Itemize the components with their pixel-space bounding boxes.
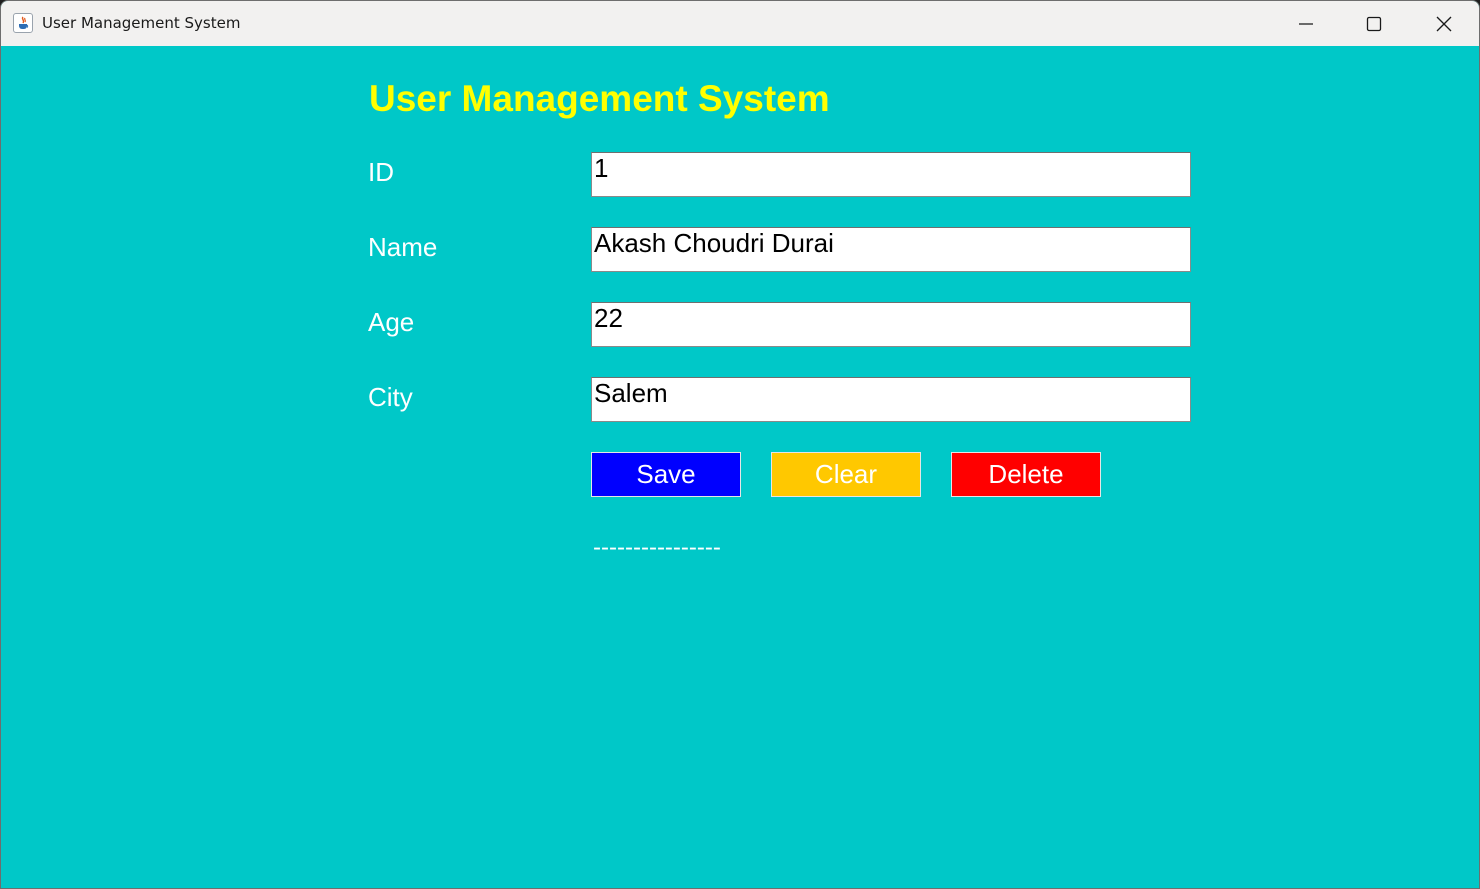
save-button[interactable]: Save: [591, 452, 741, 497]
name-label: Name: [368, 232, 438, 262]
app-window: User Management System User Management S…: [0, 0, 1480, 889]
age-label: Age: [368, 307, 415, 337]
java-cup-icon: [13, 13, 33, 33]
name-field[interactable]: [591, 227, 1191, 272]
page-title: User Management System: [369, 78, 830, 119]
close-icon: [1436, 16, 1452, 32]
id-field[interactable]: [591, 152, 1191, 197]
minimize-icon: [1299, 23, 1313, 25]
form-panel: User Management System ID Name Age City …: [1, 46, 1479, 888]
status-message: ----------------: [593, 534, 721, 561]
age-field[interactable]: [591, 302, 1191, 347]
id-label: ID: [368, 157, 394, 187]
close-button[interactable]: [1409, 1, 1479, 46]
window-title: User Management System: [42, 14, 241, 32]
delete-button[interactable]: Delete: [951, 452, 1101, 497]
title-bar[interactable]: User Management System: [1, 1, 1479, 46]
maximize-icon: [1366, 16, 1382, 32]
clear-button[interactable]: Clear: [771, 452, 921, 497]
maximize-button[interactable]: [1339, 1, 1409, 46]
city-field[interactable]: [591, 377, 1191, 422]
minimize-button[interactable]: [1271, 1, 1341, 46]
city-label: City: [368, 382, 413, 412]
